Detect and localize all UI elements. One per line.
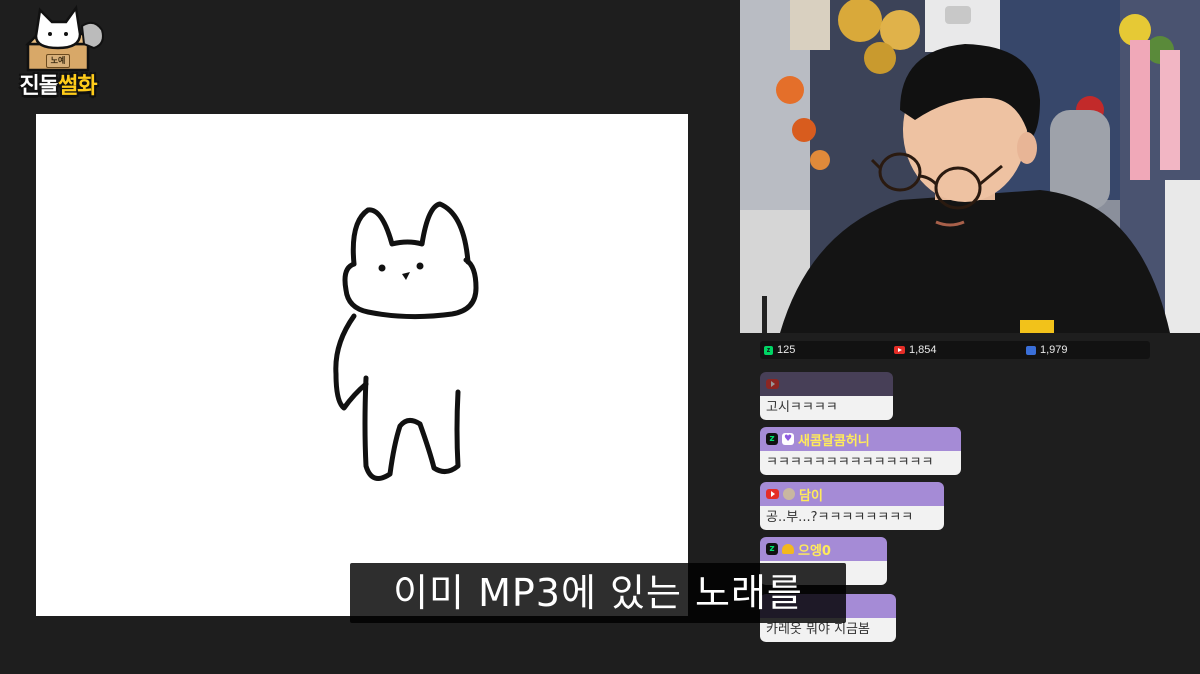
heart-icon: ♥: [782, 433, 794, 445]
avatar-icon: [783, 488, 795, 500]
soop-viewer-count: 1,979: [1026, 343, 1068, 357]
youtube-icon: [894, 346, 905, 354]
chzzk-icon: z: [766, 433, 778, 445]
cat-doodle-drawing: [333, 201, 479, 481]
streamer-webcam-image: [740, 0, 1200, 333]
channel-logo: 노예 진돌썰화: [6, 4, 110, 104]
chat-username[interactable]: 담이: [799, 485, 823, 504]
chat-message-header: z 으엥0: [760, 537, 887, 561]
youtube-viewer-count: 1,854: [894, 343, 937, 357]
logo-text: 진돌썰화: [19, 74, 98, 99]
subtitle-caption: 이미 MP3에 있는 노래를: [350, 563, 846, 623]
chat-message-header: 담이: [760, 482, 944, 506]
soop-icon: [1026, 345, 1036, 355]
cheese-icon: [782, 544, 794, 554]
viewer-stats-bar: z 125 1,854 1,979: [760, 341, 1150, 359]
chat-username[interactable]: 으엥0: [798, 540, 831, 559]
chzzk-viewer-count: z 125: [764, 343, 795, 357]
chat-message-text: ㅋㅋㅋㅋㅋㅋㅋㅋㅋㅋㅋㅋㅋㅋ: [760, 451, 961, 475]
chat-username[interactable]: 새콤달콤허니: [798, 430, 870, 449]
chat-message-header: [760, 372, 893, 396]
webcam-feed: [740, 0, 1200, 333]
chat-message-text: 공..부...?ㅋㅋㅋㅋㅋㅋㅋㅋ: [760, 506, 944, 530]
youtube-icon: [766, 489, 779, 499]
logo-tag: 노예: [46, 54, 70, 68]
youtube-icon: [766, 379, 779, 389]
chat-message-header: z ♥ 새콤달콤허니: [760, 427, 961, 451]
chzzk-icon: z: [766, 543, 778, 555]
chat-message-text: 고시ㅋㅋㅋㅋ: [760, 396, 893, 420]
chzzk-icon: z: [764, 345, 773, 355]
drawing-canvas[interactable]: [36, 114, 688, 616]
